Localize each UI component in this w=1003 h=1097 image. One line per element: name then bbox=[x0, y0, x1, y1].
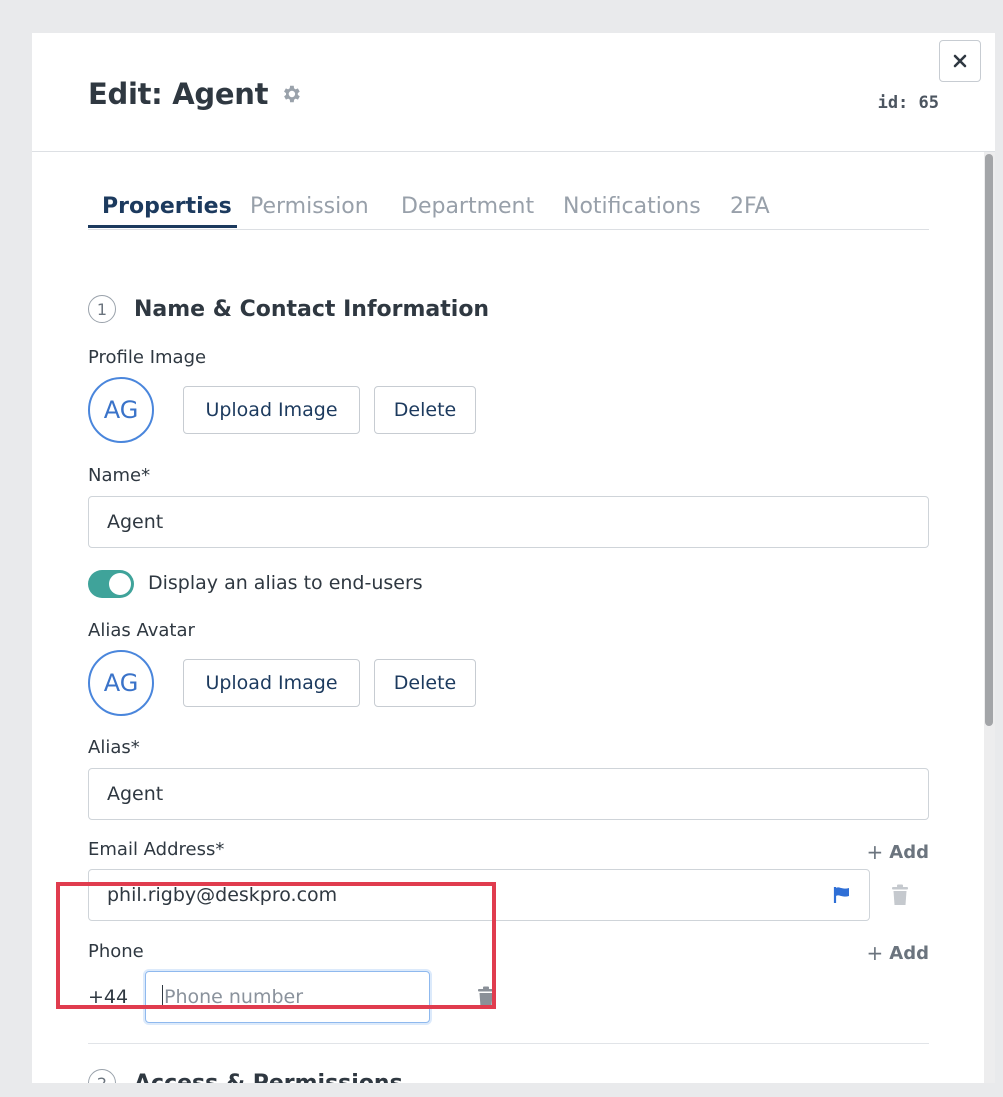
alias-avatar-label: Alias Avatar bbox=[88, 620, 195, 641]
tab-bar: Properties Permission Department Notific… bbox=[88, 193, 929, 230]
alias-label: Alias* bbox=[88, 737, 140, 758]
email-label: Email Address* bbox=[88, 839, 225, 860]
edit-agent-modal: Edit: Agent id: 65 Properties Permission… bbox=[32, 33, 995, 1083]
modal-title: Edit: Agent bbox=[88, 77, 269, 111]
section-name-contact: 1 Name & Contact Information bbox=[88, 295, 489, 323]
section-access-permissions: 2 Access & Permissions bbox=[88, 1069, 403, 1083]
flag-icon[interactable] bbox=[830, 883, 854, 907]
add-phone-link[interactable]: + Add bbox=[867, 941, 929, 965]
plus-icon: + bbox=[866, 840, 884, 864]
gear-icon[interactable] bbox=[280, 83, 302, 105]
phone-number-input[interactable]: Phone number bbox=[145, 971, 430, 1023]
close-button[interactable] bbox=[939, 40, 981, 82]
toggle-knob bbox=[109, 573, 131, 595]
tab-properties[interactable]: Properties bbox=[102, 193, 232, 229]
delete-email-trash-icon[interactable] bbox=[888, 882, 912, 908]
section-title: Access & Permissions bbox=[134, 1070, 403, 1084]
tab-department[interactable]: Department bbox=[401, 193, 534, 229]
close-icon bbox=[953, 54, 967, 68]
delete-alias-image-button[interactable]: Delete bbox=[374, 659, 476, 707]
agent-id-label: id: 65 bbox=[877, 93, 939, 113]
scrollbar-thumb[interactable] bbox=[985, 154, 993, 726]
plus-icon: + bbox=[866, 941, 884, 965]
section-number: 1 bbox=[88, 295, 116, 323]
upload-profile-image-button[interactable]: Upload Image bbox=[183, 386, 360, 434]
section-number: 2 bbox=[88, 1069, 116, 1083]
tab-notifications[interactable]: Notifications bbox=[563, 193, 701, 229]
tab-2fa[interactable]: 2FA bbox=[730, 193, 770, 229]
alias-avatar: AG bbox=[88, 650, 154, 716]
delete-phone-trash-icon[interactable] bbox=[474, 984, 498, 1010]
text-cursor bbox=[162, 985, 163, 1009]
profile-image-label: Profile Image bbox=[88, 347, 207, 368]
profile-avatar: AG bbox=[88, 377, 154, 443]
section-title: Name & Contact Information bbox=[134, 296, 490, 322]
alias-field[interactable]: Agent bbox=[88, 768, 929, 820]
upload-alias-image-button[interactable]: Upload Image bbox=[183, 659, 360, 707]
modal-header: Edit: Agent id: 65 bbox=[32, 33, 995, 152]
alias-toggle-label: Display an alias to end-users bbox=[148, 572, 423, 594]
tab-permission[interactable]: Permission bbox=[250, 193, 369, 229]
email-value: phil.rigby@deskpro.com bbox=[107, 884, 338, 906]
add-phone-label: Add bbox=[889, 942, 929, 964]
add-email-link[interactable]: + Add bbox=[867, 840, 929, 864]
name-field[interactable]: Agent bbox=[88, 496, 929, 548]
section-divider bbox=[88, 1043, 929, 1044]
name-label: Name* bbox=[88, 465, 151, 486]
phone-label: Phone bbox=[88, 941, 144, 962]
phone-placeholder: Phone number bbox=[164, 986, 304, 1008]
delete-profile-image-button[interactable]: Delete bbox=[374, 386, 476, 434]
phone-country-code[interactable]: +44 bbox=[88, 986, 128, 1008]
active-tab-indicator bbox=[88, 225, 237, 228]
add-email-label: Add bbox=[889, 841, 929, 863]
alias-toggle[interactable] bbox=[88, 570, 134, 598]
email-field[interactable]: phil.rigby@deskpro.com bbox=[88, 869, 870, 921]
